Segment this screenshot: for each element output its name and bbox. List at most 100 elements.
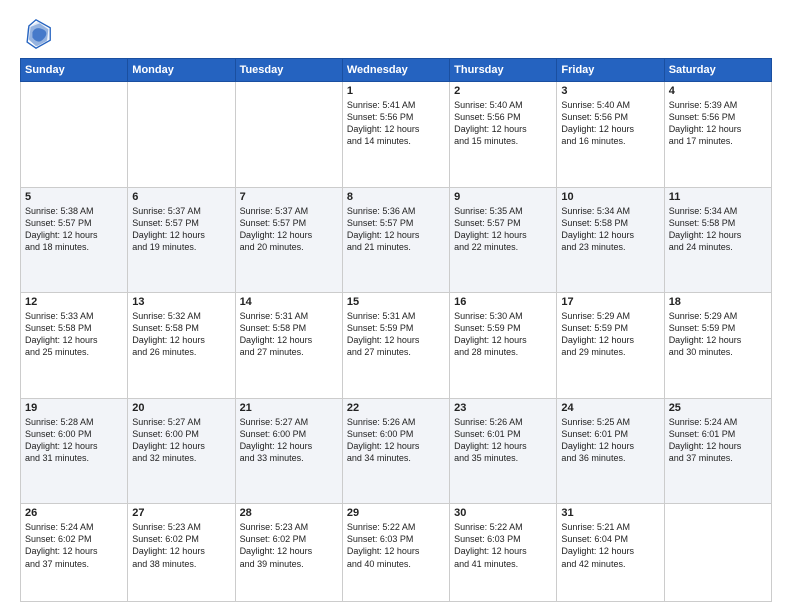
day-info-text: Sunrise: 5:23 AM Sunset: 6:02 PM Dayligh…	[132, 521, 230, 570]
empty-day-cell	[664, 504, 771, 602]
calendar-week-row: 26 Sunrise: 5:24 AM Sunset: 6:02 PM Dayli…	[21, 504, 772, 602]
day-info-text: Sunrise: 5:36 AM Sunset: 5:57 PM Dayligh…	[347, 205, 445, 254]
day-info-text: Sunrise: 5:34 AM Sunset: 5:58 PM Dayligh…	[561, 205, 659, 254]
calendar-day-cell: 5 Sunrise: 5:38 AM Sunset: 5:57 PM Daylig…	[21, 187, 128, 293]
day-info-text: Sunrise: 5:40 AM Sunset: 5:56 PM Dayligh…	[561, 99, 659, 148]
weekday-header-monday: Monday	[128, 59, 235, 82]
weekday-header-thursday: Thursday	[450, 59, 557, 82]
calendar-day-cell: 12 Sunrise: 5:33 AM Sunset: 5:58 PM Dayli…	[21, 293, 128, 399]
day-info-text: Sunrise: 5:22 AM Sunset: 6:03 PM Dayligh…	[347, 521, 445, 570]
day-number: 16	[454, 296, 552, 308]
day-number: 5	[25, 191, 123, 203]
day-number: 20	[132, 402, 230, 414]
day-info-text: Sunrise: 5:27 AM Sunset: 6:00 PM Dayligh…	[132, 416, 230, 465]
calendar-day-cell: 14 Sunrise: 5:31 AM Sunset: 5:58 PM Dayli…	[235, 293, 342, 399]
calendar-day-cell: 28 Sunrise: 5:23 AM Sunset: 6:02 PM Dayli…	[235, 504, 342, 602]
calendar-day-cell: 31 Sunrise: 5:21 AM Sunset: 6:04 PM Dayli…	[557, 504, 664, 602]
day-info-text: Sunrise: 5:21 AM Sunset: 6:04 PM Dayligh…	[561, 521, 659, 570]
calendar-day-cell: 21Sunrise: 5:27 AM Sunset: 6:00 PM Dayli…	[235, 398, 342, 504]
day-number: 4	[669, 85, 767, 97]
calendar-day-cell: 8 Sunrise: 5:36 AM Sunset: 5:57 PM Daylig…	[342, 187, 449, 293]
day-number: 12	[25, 296, 123, 308]
day-number: 29	[347, 507, 445, 519]
calendar-day-cell: 23 Sunrise: 5:26 AM Sunset: 6:01 PM Dayli…	[450, 398, 557, 504]
weekday-header-tuesday: Tuesday	[235, 59, 342, 82]
calendar-day-cell: 22Sunrise: 5:26 AM Sunset: 6:00 PM Dayli…	[342, 398, 449, 504]
calendar-day-cell: 29 Sunrise: 5:22 AM Sunset: 6:03 PM Dayli…	[342, 504, 449, 602]
calendar-week-row: 19 Sunrise: 5:28 AM Sunset: 6:00 PM Dayli…	[21, 398, 772, 504]
day-info-text: Sunrise: 5:40 AM Sunset: 5:56 PM Dayligh…	[454, 99, 552, 148]
day-info-text: Sunrise: 5:33 AM Sunset: 5:58 PM Dayligh…	[25, 310, 123, 359]
day-info-text: Sunrise: 5:38 AM Sunset: 5:57 PM Dayligh…	[25, 205, 123, 254]
weekday-header-saturday: Saturday	[664, 59, 771, 82]
day-info-text: Sunrise: 5:28 AM Sunset: 6:00 PM Dayligh…	[25, 416, 123, 465]
header	[20, 18, 772, 50]
day-number: 11	[669, 191, 767, 203]
day-info-text: Sunrise: 5:34 AM Sunset: 5:58 PM Dayligh…	[669, 205, 767, 254]
day-number: 18	[669, 296, 767, 308]
calendar-day-cell: 1 Sunrise: 5:41 AM Sunset: 5:56 PM Daylig…	[342, 82, 449, 188]
day-number: 17	[561, 296, 659, 308]
day-number: 28	[240, 507, 338, 519]
calendar-week-row: 5 Sunrise: 5:38 AM Sunset: 5:57 PM Daylig…	[21, 187, 772, 293]
day-info-text: Sunrise: 5:31 AM Sunset: 5:59 PM Dayligh…	[347, 310, 445, 359]
day-number: 2	[454, 85, 552, 97]
weekday-header-sunday: Sunday	[21, 59, 128, 82]
day-number: 3	[561, 85, 659, 97]
day-number: 10	[561, 191, 659, 203]
day-info-text: Sunrise: 5:39 AM Sunset: 5:56 PM Dayligh…	[669, 99, 767, 148]
day-number: 23	[454, 402, 552, 414]
calendar-day-cell: 13 Sunrise: 5:32 AM Sunset: 5:58 PM Dayli…	[128, 293, 235, 399]
day-number: 19	[25, 402, 123, 414]
day-info-text: Sunrise: 5:25 AM Sunset: 6:01 PM Dayligh…	[561, 416, 659, 465]
logo	[20, 18, 56, 50]
calendar-day-cell: 24 Sunrise: 5:25 AM Sunset: 6:01 PM Dayli…	[557, 398, 664, 504]
calendar-week-row: 12 Sunrise: 5:33 AM Sunset: 5:58 PM Dayli…	[21, 293, 772, 399]
day-info-text: Sunrise: 5:37 AM Sunset: 5:57 PM Dayligh…	[240, 205, 338, 254]
day-number: 15	[347, 296, 445, 308]
day-info-text: Sunrise: 5:23 AM Sunset: 6:02 PM Dayligh…	[240, 521, 338, 570]
page: SundayMondayTuesdayWednesdayThursdayFrid…	[0, 0, 792, 612]
day-number: 9	[454, 191, 552, 203]
day-number: 25	[669, 402, 767, 414]
calendar-day-cell: 9 Sunrise: 5:35 AM Sunset: 5:57 PM Daylig…	[450, 187, 557, 293]
day-number: 1	[347, 85, 445, 97]
day-number: 6	[132, 191, 230, 203]
day-number: 7	[240, 191, 338, 203]
day-info-text: Sunrise: 5:29 AM Sunset: 5:59 PM Dayligh…	[561, 310, 659, 359]
day-number: 14	[240, 296, 338, 308]
calendar-day-cell: 10 Sunrise: 5:34 AM Sunset: 5:58 PM Dayli…	[557, 187, 664, 293]
calendar-day-cell: 7 Sunrise: 5:37 AM Sunset: 5:57 PM Daylig…	[235, 187, 342, 293]
calendar-day-cell: 20 Sunrise: 5:27 AM Sunset: 6:00 PM Dayli…	[128, 398, 235, 504]
day-number: 26	[25, 507, 123, 519]
day-number: 8	[347, 191, 445, 203]
calendar-week-row: 1 Sunrise: 5:41 AM Sunset: 5:56 PM Daylig…	[21, 82, 772, 188]
logo-icon	[20, 18, 52, 50]
day-number: 13	[132, 296, 230, 308]
day-info-text: Sunrise: 5:24 AM Sunset: 6:02 PM Dayligh…	[25, 521, 123, 570]
day-info-text: Sunrise: 5:31 AM Sunset: 5:58 PM Dayligh…	[240, 310, 338, 359]
weekday-header-wednesday: Wednesday	[342, 59, 449, 82]
calendar-day-cell: 6Sunrise: 5:37 AM Sunset: 5:57 PM Daylig…	[128, 187, 235, 293]
calendar-day-cell: 17 Sunrise: 5:29 AM Sunset: 5:59 PM Dayli…	[557, 293, 664, 399]
day-info-text: Sunrise: 5:35 AM Sunset: 5:57 PM Dayligh…	[454, 205, 552, 254]
calendar-day-cell: 3 Sunrise: 5:40 AM Sunset: 5:56 PM Daylig…	[557, 82, 664, 188]
day-number: 24	[561, 402, 659, 414]
day-number: 22	[347, 402, 445, 414]
calendar-day-cell: 19 Sunrise: 5:28 AM Sunset: 6:00 PM Dayli…	[21, 398, 128, 504]
calendar-day-cell: 30 Sunrise: 5:22 AM Sunset: 6:03 PM Dayli…	[450, 504, 557, 602]
calendar-day-cell: 27Sunrise: 5:23 AM Sunset: 6:02 PM Dayli…	[128, 504, 235, 602]
day-number: 21	[240, 402, 338, 414]
day-number: 30	[454, 507, 552, 519]
day-info-text: Sunrise: 5:29 AM Sunset: 5:59 PM Dayligh…	[669, 310, 767, 359]
day-info-text: Sunrise: 5:32 AM Sunset: 5:58 PM Dayligh…	[132, 310, 230, 359]
empty-day-cell	[21, 82, 128, 188]
calendar-day-cell: 16Sunrise: 5:30 AM Sunset: 5:59 PM Dayli…	[450, 293, 557, 399]
empty-day-cell	[235, 82, 342, 188]
calendar-day-cell: 11 Sunrise: 5:34 AM Sunset: 5:58 PM Dayli…	[664, 187, 771, 293]
day-info-text: Sunrise: 5:41 AM Sunset: 5:56 PM Dayligh…	[347, 99, 445, 148]
day-info-text: Sunrise: 5:22 AM Sunset: 6:03 PM Dayligh…	[454, 521, 552, 570]
day-info-text: Sunrise: 5:26 AM Sunset: 6:01 PM Dayligh…	[454, 416, 552, 465]
calendar-day-cell: 2 Sunrise: 5:40 AM Sunset: 5:56 PM Daylig…	[450, 82, 557, 188]
day-number: 31	[561, 507, 659, 519]
